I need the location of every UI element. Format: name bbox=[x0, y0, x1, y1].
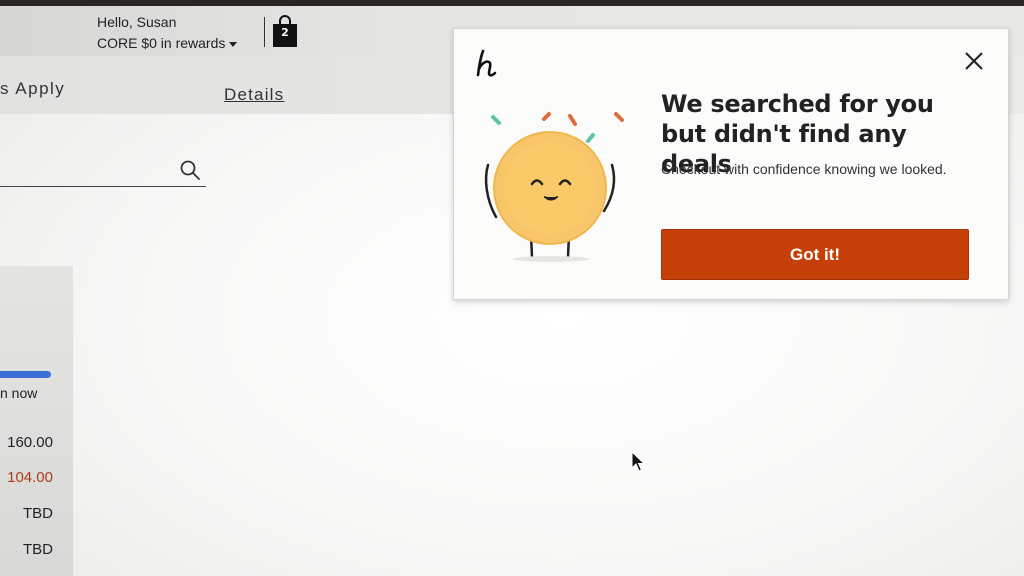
summary-value-3: TBD bbox=[23, 505, 53, 522]
honey-h-icon bbox=[476, 49, 497, 77]
honey-deals-popup: We searched for you but didn't find any … bbox=[453, 28, 1009, 300]
got-it-button[interactable]: Got it! bbox=[661, 229, 969, 280]
progress-bar bbox=[0, 371, 51, 378]
caret-down-icon bbox=[229, 41, 238, 47]
summary-value-1: 160.00 bbox=[7, 434, 53, 451]
bag-count-badge: 2 bbox=[281, 26, 289, 39]
page: Hello, Susan CORE $0 in rewards 2 s Appl… bbox=[0, 0, 1024, 576]
summary-value-4: TBD bbox=[23, 541, 53, 558]
close-icon[interactable] bbox=[963, 50, 985, 72]
search-input[interactable] bbox=[0, 186, 206, 187]
mouse-cursor-icon bbox=[631, 451, 645, 472]
order-summary-panel bbox=[0, 266, 73, 576]
popup-message: Checkout with confidence knowing we look… bbox=[661, 161, 947, 177]
coin-mascot-icon bbox=[484, 112, 624, 262]
details-link[interactable]: Details bbox=[224, 85, 284, 105]
header-divider bbox=[264, 17, 265, 47]
summary-value-2: 104.00 bbox=[7, 469, 53, 486]
promo-apply-text: s Apply bbox=[0, 79, 66, 98]
rewards-label: CORE $0 in rewards bbox=[97, 35, 226, 51]
account-greeting[interactable]: Hello, Susan bbox=[97, 12, 176, 32]
rewards-dropdown[interactable]: CORE $0 in rewards bbox=[97, 33, 238, 53]
search-icon[interactable] bbox=[178, 158, 202, 182]
status-text: n now bbox=[0, 385, 38, 401]
